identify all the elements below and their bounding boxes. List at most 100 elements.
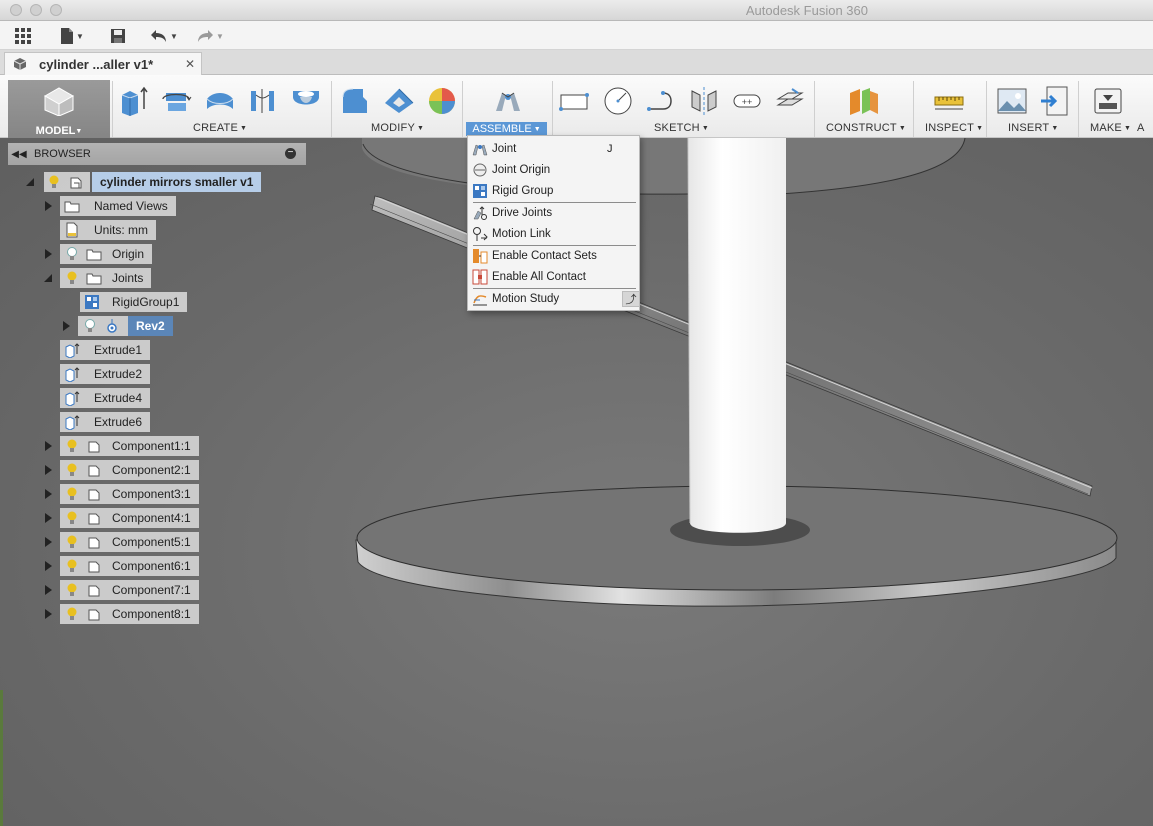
rev2-joint-node[interactable]: Rev2: [128, 316, 173, 336]
minimize-browser-icon[interactable]: −: [285, 148, 296, 159]
create-group-label[interactable]: CREATE ▼: [193, 122, 247, 134]
redo-button[interactable]: ▼: [192, 25, 228, 47]
construct-group-label[interactable]: CONSTRUCT ▼: [826, 122, 906, 134]
more-tools-label[interactable]: A: [1137, 122, 1145, 134]
component-node[interactable]: Component2:1: [60, 460, 199, 480]
circle-sketch-icon[interactable]: [602, 85, 634, 117]
file-menu-button[interactable]: ▼: [57, 25, 87, 47]
units-document-icon: [66, 222, 78, 238]
mirror-sketch-icon[interactable]: [688, 85, 720, 117]
lightbulb-icon[interactable]: [64, 270, 80, 286]
menu-item-enable-all-contact[interactable]: Enable All Contact: [472, 267, 635, 287]
component-node[interactable]: Component8:1: [60, 604, 199, 624]
lightbulb-icon[interactable]: [64, 606, 80, 622]
extrude-node[interactable]: Extrude1: [60, 340, 151, 360]
collapsed-arrow-icon[interactable]: [42, 488, 54, 500]
extrude-feature-icon: [65, 367, 80, 382]
collapsed-arrow-icon[interactable]: [42, 200, 54, 212]
collapsed-arrow-icon[interactable]: [42, 560, 54, 572]
measure-icon[interactable]: [933, 85, 965, 117]
menu-item-joint[interactable]: Joint J: [472, 139, 635, 159]
undo-button[interactable]: ▼: [146, 25, 182, 47]
lightbulb-icon[interactable]: [64, 486, 80, 502]
lightbulb-icon[interactable]: [64, 558, 80, 574]
appearance-icon[interactable]: [426, 85, 458, 117]
extrude-node[interactable]: Extrude6: [60, 412, 151, 432]
modify-group-label[interactable]: MODIFY ▼: [371, 122, 424, 134]
sketch-group-label[interactable]: SKETCH ▼: [654, 122, 709, 134]
component-node[interactable]: Component7:1: [60, 580, 199, 600]
data-panel-grid-icon[interactable]: [12, 25, 34, 47]
document-tab[interactable]: cylinder ...aller v1* ✕: [4, 52, 202, 75]
joint-toolbar-icon[interactable]: [492, 85, 524, 117]
sketch-stack-icon[interactable]: [774, 85, 806, 117]
workspace-switcher[interactable]: MODEL▼: [8, 80, 110, 138]
workspace-label: MODEL: [35, 125, 76, 137]
units-node[interactable]: Units: mm: [60, 220, 156, 240]
component-icon: [88, 609, 100, 621]
press-pull-icon[interactable]: [383, 85, 415, 117]
loft-icon[interactable]: [247, 85, 279, 117]
motion-study-flyout-icon[interactable]: ⤴: [622, 291, 640, 307]
lightbulb-icon[interactable]: [64, 462, 80, 478]
make-group-label[interactable]: MAKE ▼: [1090, 122, 1131, 134]
insert-group-label[interactable]: INSERT ▼: [1008, 122, 1058, 134]
collapsed-arrow-icon[interactable]: [42, 512, 54, 524]
component-node[interactable]: Component1:1: [60, 436, 199, 456]
collapsed-arrow-icon[interactable]: [42, 584, 54, 596]
rectangle-sketch-icon[interactable]: [558, 85, 590, 117]
revolve-icon[interactable]: [160, 85, 192, 117]
lightbulb-icon[interactable]: [64, 534, 80, 550]
assemble-group-label[interactable]: ASSEMBLE ▼: [466, 122, 547, 136]
menu-item-joint-origin[interactable]: Joint Origin: [472, 160, 635, 180]
3d-print-icon[interactable]: [1092, 85, 1124, 117]
insert-mesh-icon[interactable]: [1039, 85, 1071, 117]
dimension-sketch-icon[interactable]: ++: [731, 85, 763, 117]
component-node[interactable]: Component6:1: [60, 556, 199, 576]
hole-icon[interactable]: [290, 85, 322, 117]
lightbulb-off-icon[interactable]: [64, 246, 80, 262]
fillet-icon[interactable]: [339, 85, 371, 117]
menu-item-drive-joints[interactable]: Drive Joints: [472, 203, 635, 223]
sweep-icon[interactable]: [204, 85, 236, 117]
arc-sketch-icon[interactable]: [645, 85, 677, 117]
root-visibility[interactable]: [44, 172, 90, 192]
collapsed-arrow-icon[interactable]: [60, 320, 72, 332]
extrude-node[interactable]: Extrude2: [60, 364, 151, 384]
expanded-arrow-icon[interactable]: [24, 176, 36, 188]
collapsed-arrow-icon[interactable]: [42, 464, 54, 476]
collapsed-arrow-icon[interactable]: [42, 536, 54, 548]
rev-joint-icons[interactable]: [78, 316, 130, 336]
component-icon: [88, 537, 100, 549]
root-component-node[interactable]: cylinder mirrors smaller v1: [92, 172, 262, 192]
menu-item-enable-contact-sets[interactable]: Enable Contact Sets: [472, 246, 635, 266]
close-tab-icon[interactable]: ✕: [185, 57, 195, 71]
collapsed-arrow-icon[interactable]: [42, 248, 54, 260]
origin-node[interactable]: Origin: [60, 244, 153, 264]
menu-item-rigid-group[interactable]: Rigid Group: [472, 181, 635, 201]
lightbulb-icon[interactable]: [46, 174, 62, 190]
insert-image-icon[interactable]: [996, 85, 1028, 117]
collapsed-arrow-icon[interactable]: [42, 440, 54, 452]
expanded-arrow-icon[interactable]: [42, 272, 54, 284]
lightbulb-off-icon[interactable]: [82, 318, 98, 334]
rigid-group-node[interactable]: RigidGroup1: [80, 292, 188, 312]
inspect-group-label[interactable]: INSPECT ▼: [925, 122, 983, 134]
save-button[interactable]: [108, 25, 128, 47]
lightbulb-icon[interactable]: [64, 510, 80, 526]
menu-item-motion-link[interactable]: Motion Link: [472, 224, 635, 244]
named-views-node[interactable]: Named Views: [60, 196, 176, 216]
component-node[interactable]: Component4:1: [60, 508, 199, 528]
menu-item-motion-study[interactable]: Motion Study ⤴: [472, 289, 640, 309]
lightbulb-icon[interactable]: [64, 582, 80, 598]
joints-folder-node[interactable]: Joints: [60, 268, 152, 288]
component-node[interactable]: Component5:1: [60, 532, 199, 552]
extrude-node[interactable]: Extrude4: [60, 388, 151, 408]
construct-plane-icon[interactable]: [848, 85, 880, 117]
component-node[interactable]: Component3:1: [60, 484, 199, 504]
extrude-feature-icon: [65, 415, 80, 430]
collapsed-arrow-icon[interactable]: [42, 608, 54, 620]
extrude-icon[interactable]: [118, 85, 150, 117]
collapse-panel-icon[interactable]: ◀◀: [10, 149, 28, 160]
lightbulb-icon[interactable]: [64, 438, 80, 454]
